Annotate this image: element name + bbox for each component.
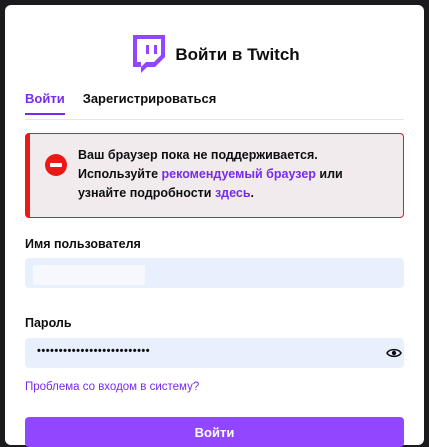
alert-line-2: Используйте рекомендуемый браузер или [78, 165, 391, 184]
login-trouble-link[interactable]: Проблема со входом в систему? [25, 381, 199, 393]
tabs-divider [25, 119, 404, 120]
details-here-link[interactable]: здесь [215, 186, 251, 200]
password-value: •••••••••••••••••••••••••• [37, 345, 151, 357]
password-label: Пароль [25, 316, 72, 330]
alert-line-3-prefix: узнайте подробности [78, 186, 215, 200]
recommended-browser-link[interactable]: рекомендуемый браузер [162, 167, 316, 181]
modal-header: Войти в Twitch [5, 35, 424, 75]
username-label: Имя пользователя [25, 237, 141, 251]
unsupported-browser-alert: Ваш браузер пока не поддерживается. Испо… [25, 133, 404, 218]
tab-login[interactable]: Войти [25, 91, 65, 115]
alert-line-2-suffix: или [315, 167, 343, 181]
alert-line-1: Ваш браузер пока не поддерживается. [78, 148, 318, 162]
alert-line-3: узнайте подробности здесь. [78, 184, 391, 203]
show-password-eye-icon[interactable] [386, 347, 402, 359]
auth-tabs: Войти Зарегистрироваться [25, 91, 216, 115]
username-autofill-highlight [33, 265, 145, 285]
twitch-logo-icon [133, 35, 166, 73]
login-submit-button[interactable]: Войти [25, 417, 404, 447]
tab-signup[interactable]: Зарегистрироваться [83, 91, 217, 115]
alert-message: Ваш браузер пока не поддерживается. Испо… [78, 146, 391, 203]
blocked-icon [45, 154, 67, 176]
page-title: Войти в Twitch [175, 45, 300, 64]
login-modal: Войти в Twitch Войти Зарегистрироваться … [5, 5, 424, 447]
alert-line-2-prefix: Используйте [78, 167, 162, 181]
alert-line-3-suffix: . [250, 186, 254, 200]
